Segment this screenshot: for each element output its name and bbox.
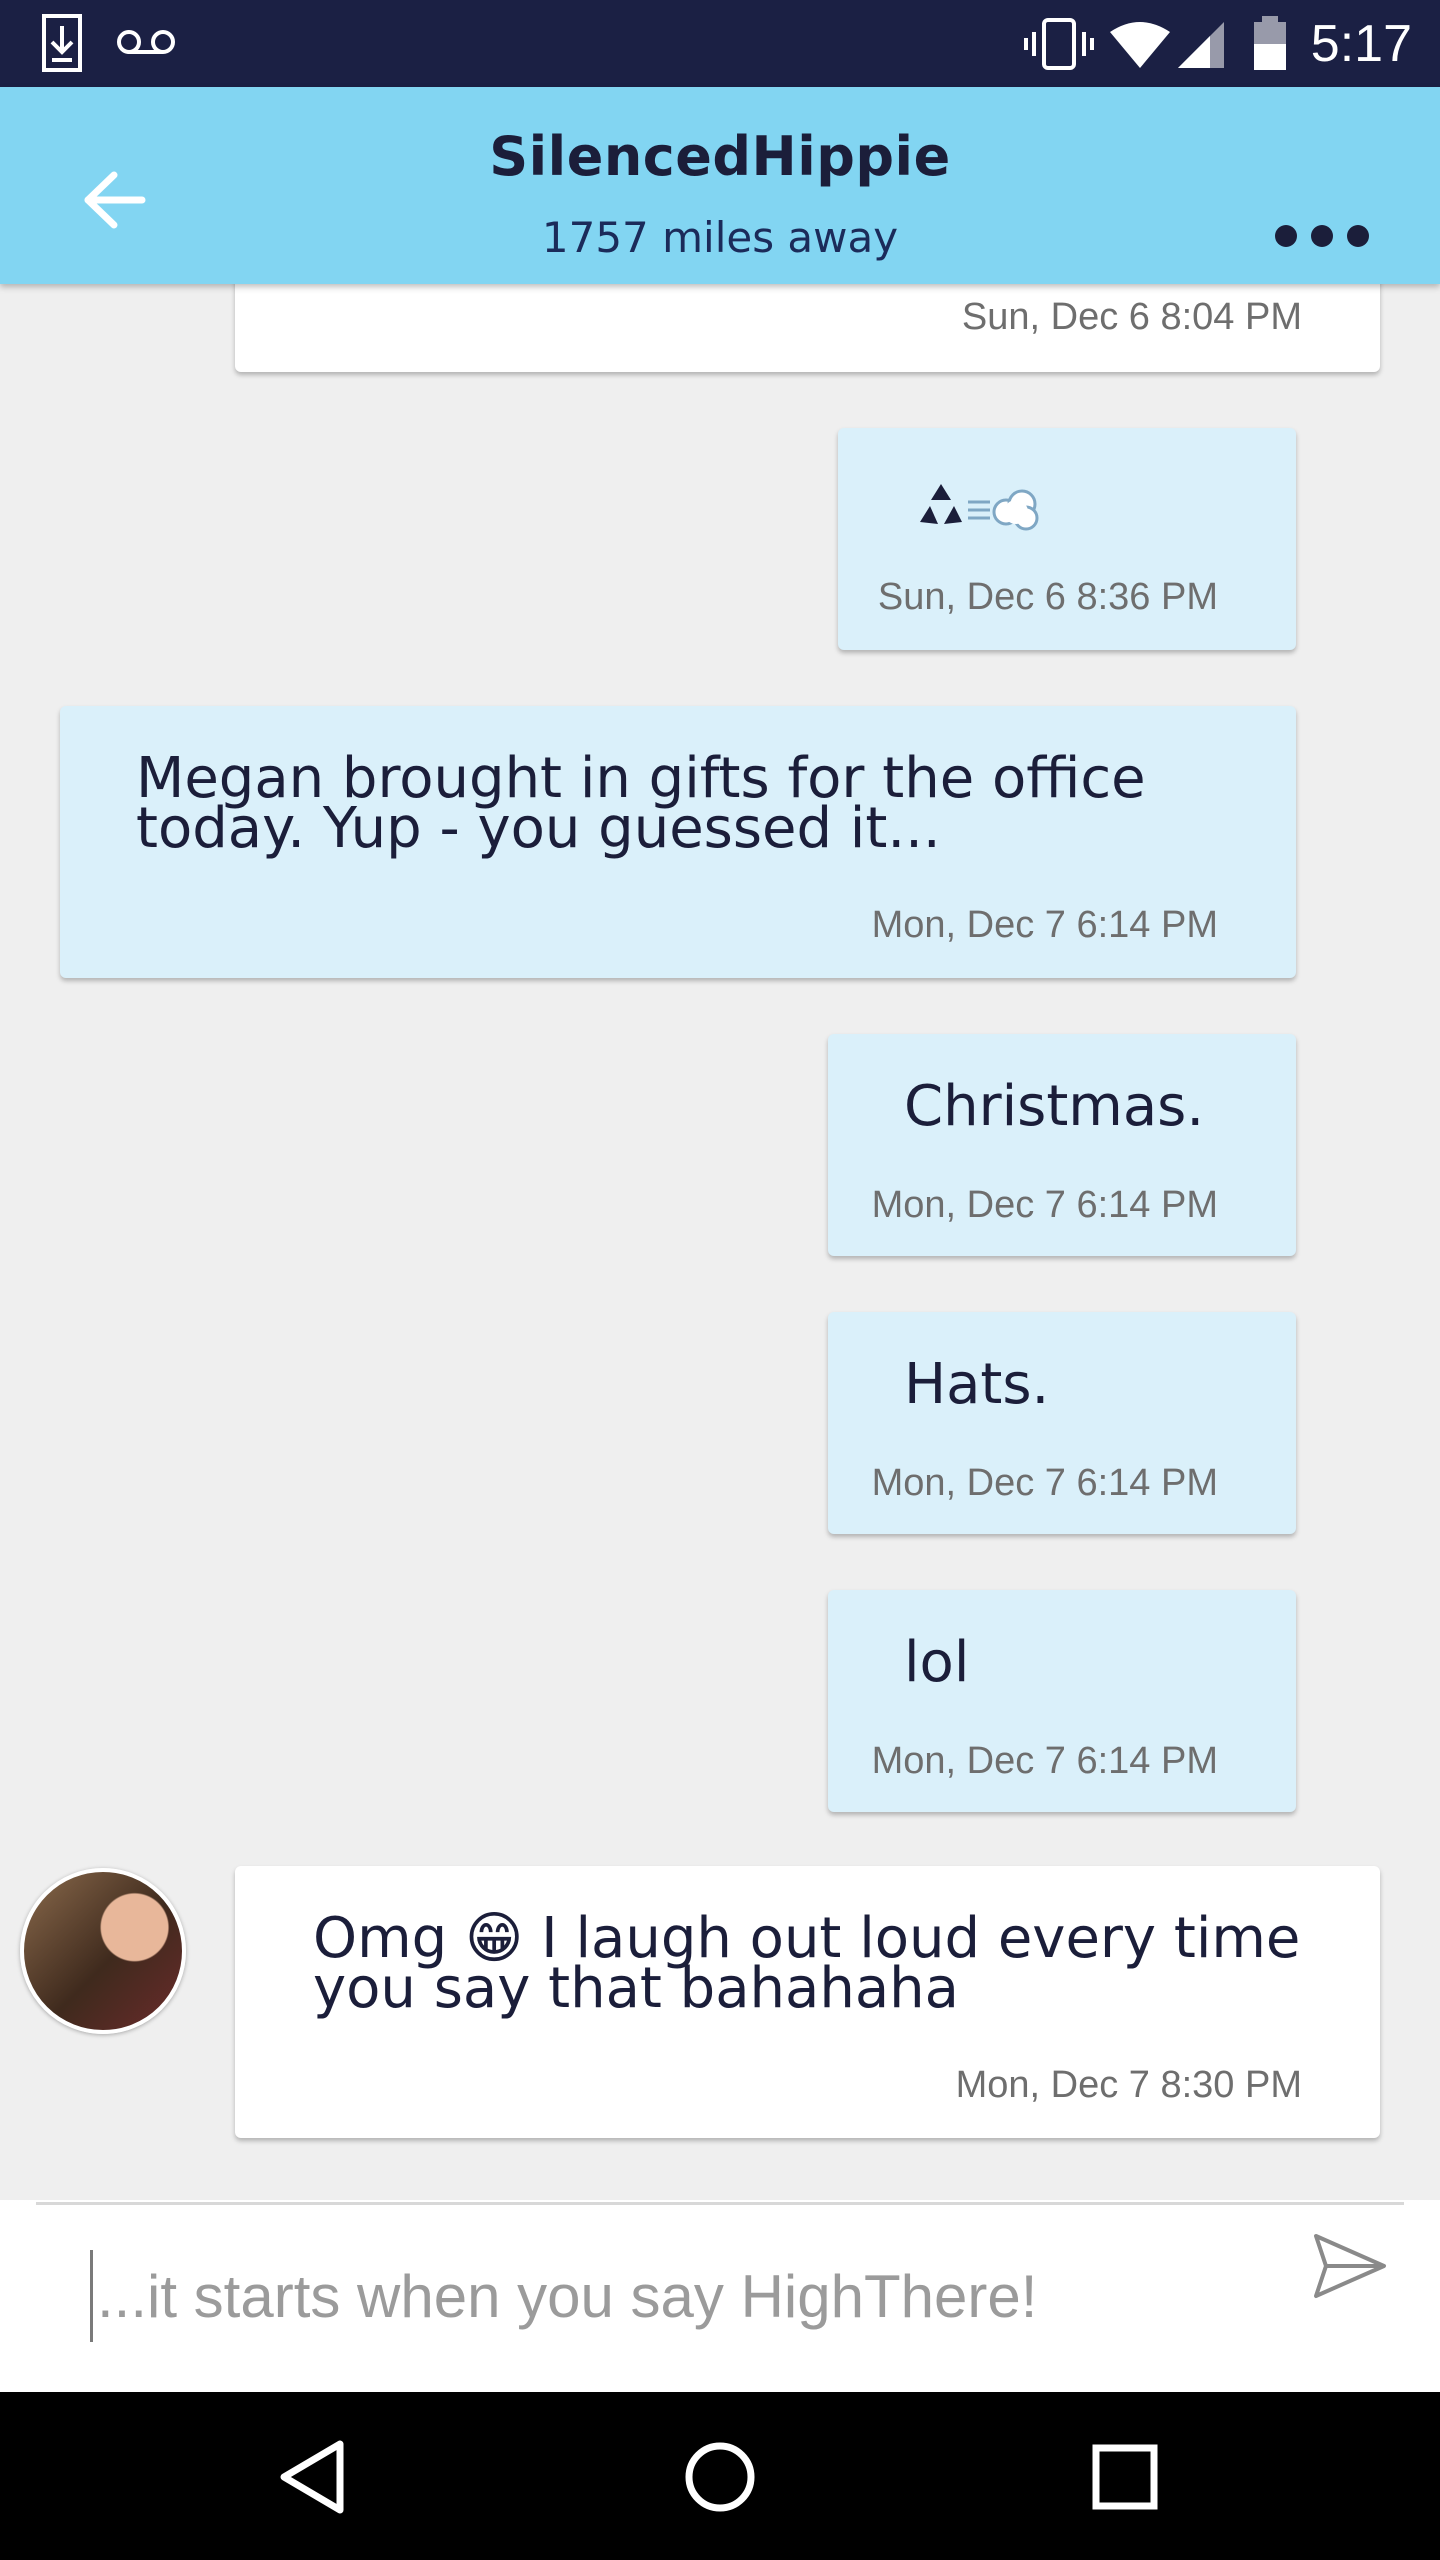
chat-header: SilencedHippie 1757 miles away xyxy=(0,87,1440,284)
recycle-icon xyxy=(920,484,962,524)
avatar[interactable] xyxy=(20,1868,186,2034)
divider xyxy=(36,2202,1404,2205)
message-time: Mon, Dec 7 6:14 PM xyxy=(871,1740,1218,1782)
message-time: Sun, Dec 6 8:36 PM xyxy=(877,576,1218,618)
wifi-icon xyxy=(1110,22,1170,68)
signal-icon xyxy=(1178,22,1224,68)
message-time: Mon, Dec 7 6:14 PM xyxy=(871,1184,1218,1226)
message-bubble-incoming[interactable]: Omg 😁 I laugh out loud every time you sa… xyxy=(235,1866,1380,2138)
clock: 5:17 xyxy=(1310,15,1412,73)
message-text: Hats. xyxy=(904,1352,1050,1417)
message-text: Christmas. xyxy=(904,1074,1205,1139)
dash-cloud-icon xyxy=(968,489,1039,531)
download-icon xyxy=(42,14,82,72)
recents-square-icon[interactable] xyxy=(1080,2432,1170,2522)
message-text: Megan brought in gifts for the office to… xyxy=(136,746,1146,861)
more-dots-icon[interactable] xyxy=(1272,221,1372,251)
navigation-bar xyxy=(0,2392,1440,2560)
home-circle-icon[interactable] xyxy=(675,2432,765,2522)
message-bubble-outgoing[interactable]: Sun, Dec 6 8:36 PM xyxy=(838,428,1296,650)
battery-icon xyxy=(1254,16,1286,70)
status-bar: 5:17 xyxy=(0,0,1440,87)
message-composer xyxy=(0,2200,1440,2392)
message-bubble-outgoing[interactable]: Hats. Mon, Dec 7 6:14 PM xyxy=(828,1312,1296,1534)
message-time: Sun, Dec 6 8:04 PM xyxy=(961,296,1302,338)
back-triangle-icon[interactable] xyxy=(270,2432,360,2522)
send-icon[interactable] xyxy=(1310,2226,1390,2306)
message-bubble-outgoing[interactable]: Christmas. Mon, Dec 7 6:14 PM xyxy=(828,1034,1296,1256)
message-input[interactable] xyxy=(90,2250,1279,2342)
message-time: Mon, Dec 7 6:14 PM xyxy=(871,1462,1218,1504)
message-text: lol xyxy=(904,1630,970,1695)
message-time: Mon, Dec 7 8:30 PM xyxy=(955,2064,1302,2106)
message-bubble-outgoing[interactable]: Megan brought in gifts for the office to… xyxy=(60,706,1296,978)
message-time: Mon, Dec 7 6:14 PM xyxy=(871,904,1218,946)
vibrate-icon xyxy=(1024,18,1094,70)
message-bubble-outgoing[interactable]: lol Mon, Dec 7 6:14 PM xyxy=(828,1590,1296,1812)
contact-name[interactable]: SilencedHippie xyxy=(0,125,1440,188)
distance-label: 1757 miles away xyxy=(541,213,899,262)
voicemail-icon xyxy=(117,30,175,54)
message-text: Omg 😁 I laugh out loud every time you sa… xyxy=(313,1906,1301,2021)
